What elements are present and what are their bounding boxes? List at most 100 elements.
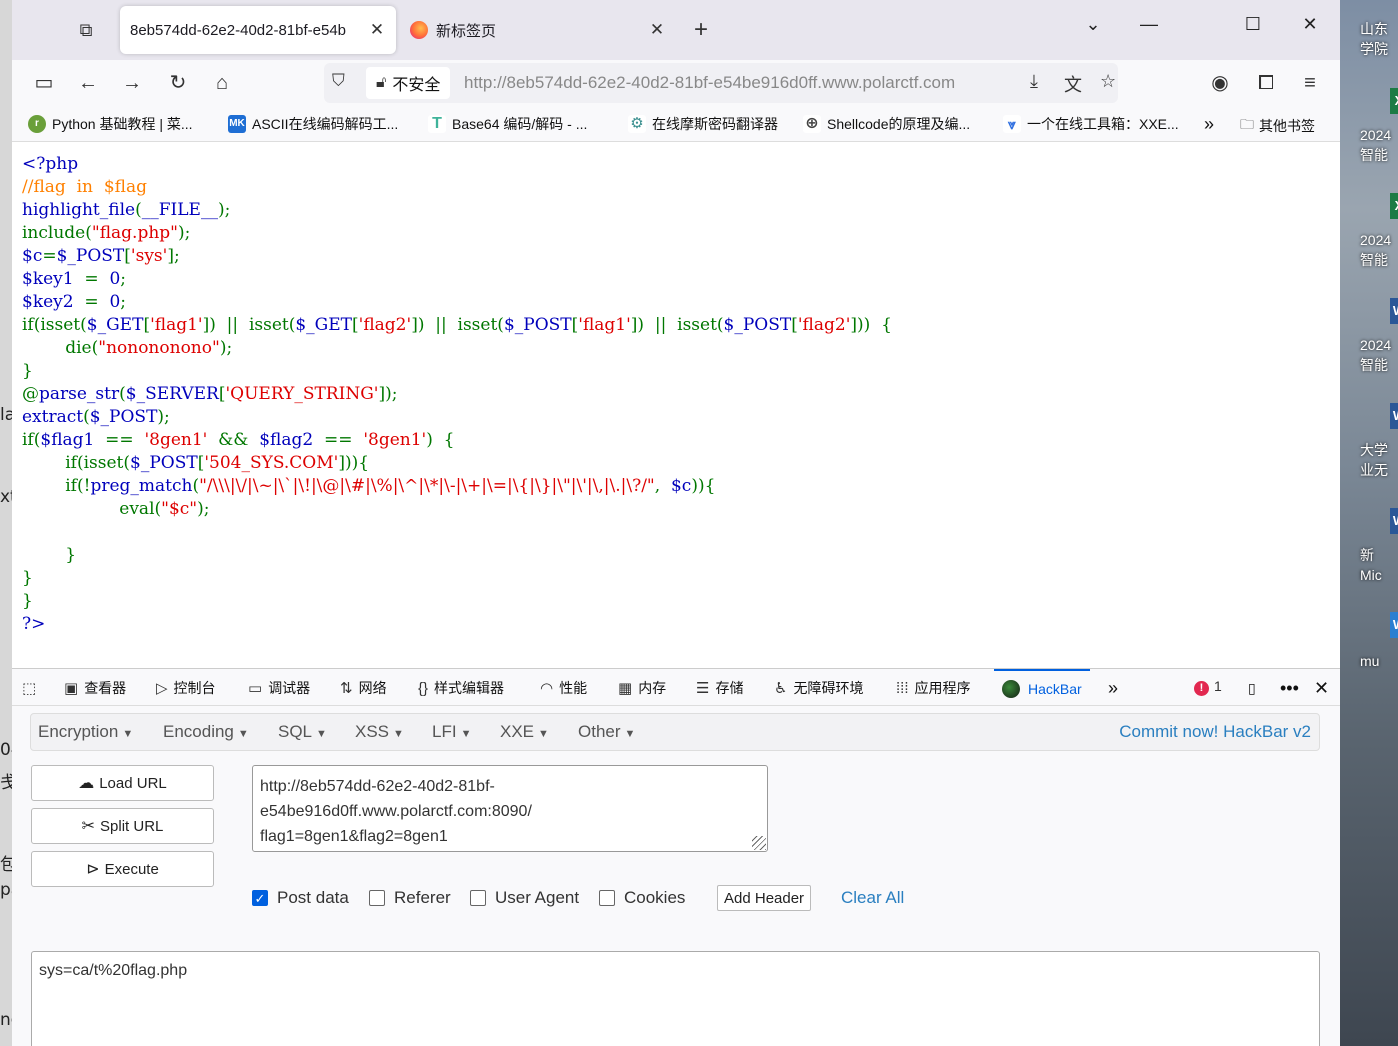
url-textarea[interactable]: http://8eb574dd-62e2-40d2-81bf- e54be916… [252,765,768,852]
url-text[interactable]: http://8eb574dd-62e2-40d2-81bf-e54be916d… [464,73,1020,93]
cookies-checkbox[interactable] [599,890,615,906]
post-data-checkbox[interactable]: ✓ [252,890,268,906]
tab-active[interactable]: 8eb574dd-62e2-40d2-81bf-e54b ✕ [120,6,396,54]
close-tab-icon[interactable]: ✕ [648,20,666,40]
desktop-label[interactable]: 智能 [1360,251,1398,269]
code-line: highlight_file(__FILE__); [22,199,892,222]
dock-icon[interactable]: ▯ [1248,669,1256,707]
referer-option[interactable]: Referer [369,888,451,908]
tab-memory[interactable]: ▦ 内存 [618,669,666,707]
desktop-label[interactable]: mu [1360,652,1398,670]
word-file-icon[interactable]: W [1390,508,1398,534]
close-tab-icon[interactable]: ✕ [368,20,386,40]
url-bar[interactable]: ⛉ 🔓︎ 不安全 http://8eb574dd-62e2-40d2-81bf-… [324,63,1118,103]
nav-bar: ▭ ← → ↻ ⌂ ⛉ 🔓︎ 不安全 http://8eb574dd-62e2-… [12,60,1340,106]
post-data-option[interactable]: ✓ Post data [252,888,349,908]
account-icon[interactable]: ◉ [1206,70,1234,96]
desktop-label[interactable]: 2024 [1360,336,1398,354]
tab-network[interactable]: ⇅ 网络 [340,669,387,707]
menu-other[interactable]: Other ▼ [578,722,635,742]
chevron-down-icon[interactable]: ⌄ [1078,14,1108,35]
post-data-textarea[interactable]: sys=ca/t%20flag.php [31,951,1320,1046]
load-url-button[interactable]: ☁ Load URL [31,765,214,801]
home-icon[interactable]: ⌂ [208,70,236,96]
close-window-icon[interactable]: ✕ [1295,14,1325,35]
menu-icon[interactable]: ≡ [1296,70,1324,96]
tab-debugger[interactable]: ▭ 调试器 [248,669,310,707]
tab-console[interactable]: ▷ 控制台 [156,669,216,707]
other-bookmarks[interactable]: 🗀︎ 其他书签 [1240,114,1315,138]
maximize-icon[interactable]: ☐ [1238,14,1268,35]
tab-list-icon[interactable]: ⧉ [74,18,98,42]
execute-button[interactable]: ⊳ Execute [31,851,214,887]
menu-sql[interactable]: SQL ▼ [278,722,327,742]
desktop-label[interactable]: 山东 [1360,20,1398,38]
file-icon[interactable]: W [1390,612,1398,638]
desktop-label[interactable]: 新 [1360,546,1398,564]
extensions-icon[interactable]: ⧠ [1252,70,1280,96]
menu-encryption[interactable]: Encryption ▼ [38,722,133,742]
add-header-button[interactable]: Add Header [717,885,812,911]
forward-icon[interactable]: → [118,70,146,96]
more-options-icon[interactable]: ••• [1280,669,1299,707]
new-tab-icon[interactable]: + [694,16,708,44]
excel-file-icon[interactable]: X [1390,88,1398,114]
error-count[interactable]: ! 1 [1194,678,1222,696]
tab-performance[interactable]: ◠ 性能 [540,669,587,707]
back-icon[interactable]: ← [74,70,102,96]
caret-down-icon: ▼ [538,728,549,740]
insecure-badge[interactable]: 🔓︎ 不安全 [366,67,451,99]
tab-new[interactable]: 新标签页 ✕ [400,6,676,54]
split-url-button[interactable]: ✂ Split URL [31,808,214,844]
more-bookmarks-icon[interactable]: » [1204,114,1214,135]
tab-application[interactable]: ⁞⁞⁞ 应用程序 [896,669,971,707]
bookmark-item[interactable]: ⊕ Shellcode的原理及编... [803,114,970,134]
menu-encoding[interactable]: Encoding ▼ [163,722,249,742]
word-file-icon[interactable]: W [1390,403,1398,429]
more-tabs-icon[interactable]: » [1108,669,1118,707]
desktop-label[interactable]: 大学 [1360,441,1398,459]
download-icon[interactable]: ⤓ [1030,71,1038,92]
menu-lfi[interactable]: LFI ▼ [432,722,471,742]
shield-icon[interactable]: ⛉ [332,71,345,91]
bookmark-item[interactable]: ⩔ 一个在线工具箱：XXE... [1003,114,1179,134]
bookmark-item[interactable]: ⚙ 在线摩斯密码翻译器 [628,114,778,134]
close-devtools-icon[interactable]: ✕ [1314,669,1329,707]
clear-all-link[interactable]: Clear All [841,888,904,908]
tab-label: 样式编辑器 [434,680,505,696]
cookies-option[interactable]: Cookies [599,888,685,908]
bookmark-item[interactable]: MK ASCII在线编码解码工... [228,114,398,134]
cloud-download-icon: ☁ [78,775,95,792]
tab-style-editor[interactable]: {} 样式编辑器 [418,669,504,707]
desktop-label[interactable]: Mic [1360,566,1398,584]
word-file-icon[interactable]: W [1390,298,1398,324]
tab-inspector[interactable]: ▣ 查看器 [64,669,126,707]
sidebar-icon[interactable]: ▭ [30,70,58,96]
menu-xss[interactable]: XSS ▼ [355,722,404,742]
commit-link[interactable]: Commit now! HackBar v2 [1119,722,1311,742]
user-agent-option[interactable]: User Agent [470,888,579,908]
bookmark-item[interactable]: T Base64 编码/解码 - ... [428,114,587,134]
translate-icon[interactable]: 文 [1064,71,1082,97]
reload-icon[interactable]: ↻ [164,70,192,96]
resize-handle[interactable] [752,836,766,850]
star-icon[interactable]: ☆ [1100,71,1116,92]
desktop-label[interactable]: 智能 [1360,356,1398,374]
desktop-label[interactable]: 业无 [1360,461,1398,479]
desktop-label[interactable]: 2024 [1360,126,1398,144]
code-token: $key1 [22,269,85,289]
referer-checkbox[interactable] [369,890,385,906]
minimize-icon[interactable]: — [1134,14,1164,35]
user-agent-checkbox[interactable] [470,890,486,906]
excel-file-icon[interactable]: X [1390,193,1398,219]
tab-storage[interactable]: ☰ 存储 [696,669,743,707]
desktop-label[interactable]: 学院 [1360,40,1398,58]
desktop-label[interactable]: 智能 [1360,146,1398,164]
tab-accessibility[interactable]: ♿︎ 无障碍环境 [774,669,863,707]
desktop-label[interactable]: 2024 [1360,231,1398,249]
tab-hackbar[interactable]: HackBar [994,669,1090,707]
element-picker-icon[interactable]: ⬚ [22,669,42,707]
bookmark-item[interactable]: r Python 基础教程 | 菜... [28,114,193,134]
menu-xxe[interactable]: XXE ▼ [500,722,549,742]
